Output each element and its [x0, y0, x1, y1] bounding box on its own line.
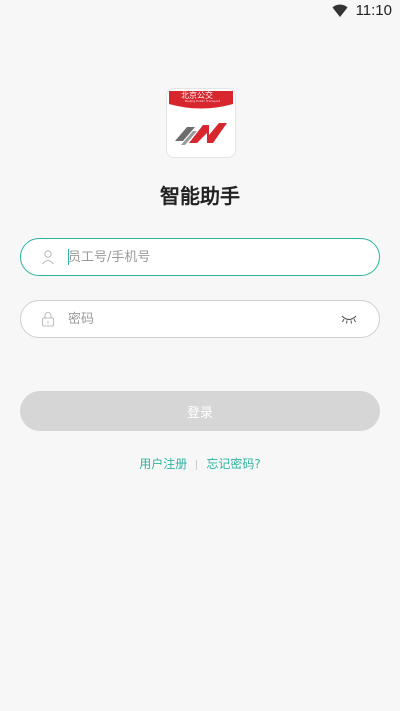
username-input[interactable] [68, 239, 318, 275]
forgot-password-link[interactable]: 忘记密码? [206, 457, 260, 471]
register-link[interactable]: 用户注册 [139, 457, 187, 471]
text-caret [68, 249, 69, 265]
app-title: 智能助手 [160, 184, 240, 208]
password-input[interactable] [68, 301, 318, 337]
auth-links: 用户注册 忘记密码? [0, 455, 400, 472]
login-button[interactable]: 登录 [20, 391, 380, 431]
status-bar: 11:10 [0, 0, 400, 24]
user-icon [42, 250, 54, 265]
lock-icon [41, 312, 55, 327]
status-time: 11:10 [355, 2, 392, 19]
eye-closed-icon[interactable] [341, 314, 357, 324]
logo-mark-icon [175, 123, 227, 145]
password-field[interactable] [20, 300, 380, 338]
wifi-icon [332, 4, 348, 17]
app-logo: 北京公交 Beijing Public Transport [166, 88, 236, 158]
logo-banner-subtext: Beijing Public Transport [185, 99, 221, 103]
link-divider [196, 459, 198, 470]
username-field[interactable] [20, 238, 380, 276]
